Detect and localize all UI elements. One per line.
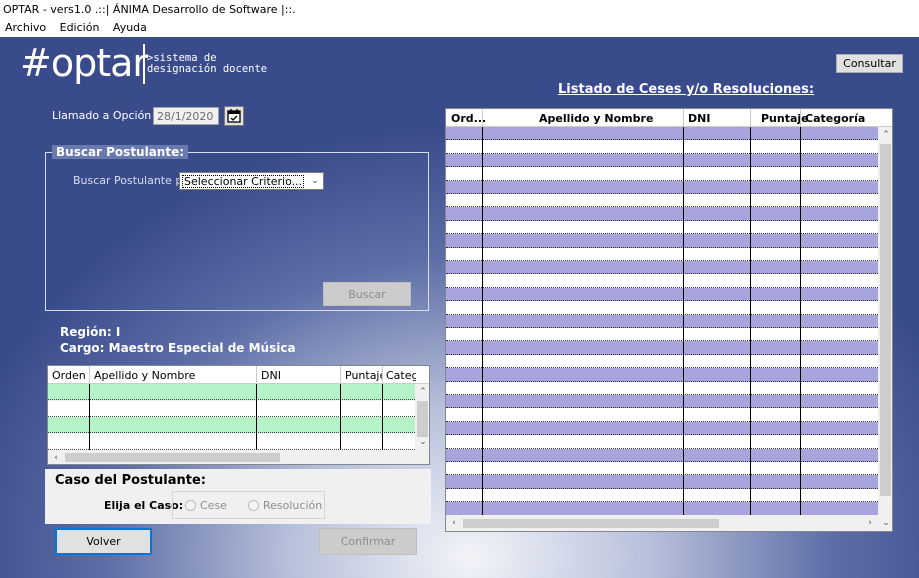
table-row[interactable] — [446, 153, 878, 168]
caso-radio-group: Cese Resolución — [172, 491, 325, 519]
col-ord[interactable]: Ord... — [451, 112, 486, 125]
ceses-grid-header: Ord... Apellido y Nombre DNI Puntaje Cat… — [446, 109, 892, 127]
app-logo-subtitle: >sistema de designación docente — [147, 52, 268, 75]
table-row[interactable] — [446, 475, 878, 489]
ceses-vertical-scrollbar[interactable]: ⌃ — [878, 127, 892, 515]
criterio-select[interactable]: Seleccionar Criterio... ⌄ — [179, 172, 324, 190]
cargo-label: Cargo: Maestro Especial de Música — [60, 341, 296, 355]
vertical-scrollbar[interactable]: ⌃ ⌄ — [415, 384, 429, 450]
calendar-icon — [227, 109, 241, 123]
col-categoria[interactable]: Categoría — [386, 369, 416, 382]
table-row[interactable] — [446, 220, 878, 235]
menu-archivo[interactable]: Archivo — [0, 19, 51, 36]
table-row[interactable] — [446, 287, 878, 302]
table-row[interactable] — [446, 234, 878, 248]
col-dni[interactable]: DNI — [688, 112, 710, 125]
table-row[interactable] — [446, 314, 878, 328]
table-row[interactable] — [446, 328, 878, 342]
col-dni[interactable]: DNI — [261, 369, 341, 382]
horizontal-scrollbar[interactable]: ‹ — [48, 450, 415, 464]
table-row[interactable] — [446, 502, 878, 516]
table-row[interactable] — [446, 462, 878, 476]
listado-title: Listado de Ceses y/o Resoluciones: — [558, 82, 815, 97]
scroll-left-icon[interactable]: ‹ — [48, 450, 64, 464]
col-apellido[interactable]: Apellido y Nombre — [94, 369, 254, 382]
col-puntaje[interactable]: Puntaje — [345, 369, 383, 382]
table-row[interactable] — [446, 448, 878, 462]
grid-header: Orden Apellido y Nombre DNI Puntaje Cate… — [48, 366, 429, 384]
table-row[interactable] — [48, 417, 415, 433]
postulantes-grid[interactable]: Orden Apellido y Nombre DNI Puntaje Cate… — [47, 365, 430, 465]
radio-resolucion[interactable]: Resolución — [248, 499, 322, 512]
col-categoria[interactable]: Categoría — [805, 112, 865, 125]
ceses-grid[interactable]: Ord... Apellido y Nombre DNI Puntaje Cat… — [445, 108, 893, 532]
menu-ayuda[interactable]: Ayuda — [108, 19, 152, 36]
criterio-value: Seleccionar Criterio... — [182, 175, 305, 188]
menu-edicion[interactable]: Edición — [55, 19, 105, 36]
table-row[interactable] — [446, 127, 878, 141]
buscar-button[interactable]: Buscar — [323, 282, 411, 306]
table-row[interactable] — [446, 408, 878, 422]
table-row[interactable] — [48, 400, 415, 417]
consultar-button[interactable]: Consultar — [836, 54, 903, 73]
chevron-down-icon: ⌄ — [311, 176, 319, 186]
radio-cese[interactable]: Cese — [185, 499, 227, 512]
buscar-title: Buscar Postulante: — [52, 145, 189, 159]
table-row[interactable] — [446, 354, 878, 369]
scroll-left-icon[interactable]: ‹ — [446, 515, 462, 531]
table-row[interactable] — [48, 384, 415, 400]
table-row[interactable] — [446, 274, 878, 288]
scroll-up-icon[interactable]: ⌃ — [878, 127, 892, 143]
table-row[interactable] — [446, 421, 878, 436]
scroll-right-icon[interactable]: › — [862, 515, 878, 531]
scroll-down-icon[interactable]: ⌄ — [415, 434, 429, 450]
region-label: Región: I — [60, 325, 121, 339]
scroll-down-icon[interactable]: ⌄ — [878, 515, 892, 531]
col-apellido-nombre[interactable]: Apellido y Nombre — [539, 112, 653, 125]
table-row[interactable] — [446, 395, 878, 409]
table-row[interactable] — [446, 180, 878, 194]
table-row[interactable] — [446, 207, 878, 221]
table-row[interactable] — [446, 381, 878, 395]
volver-button[interactable]: Volver — [55, 528, 152, 555]
menu-bar: Archivo Edición Ayuda — [0, 19, 919, 37]
col-puntaje[interactable]: Puntaje — [761, 112, 809, 125]
logo-divider — [143, 44, 145, 84]
table-row[interactable] — [48, 433, 415, 450]
caso-title: Caso del Postulante: — [55, 473, 206, 488]
confirmar-button[interactable]: Confirmar — [319, 528, 417, 555]
llamado-date-field[interactable]: 28/1/2020 — [153, 107, 219, 125]
col-orden[interactable]: Orden — [52, 369, 90, 382]
caso-panel: Caso del Postulante: Elija el Caso: Cese… — [45, 469, 431, 524]
table-row[interactable] — [446, 194, 878, 208]
table-row[interactable] — [446, 488, 878, 503]
calendar-button[interactable] — [224, 106, 244, 126]
table-row[interactable] — [446, 140, 878, 154]
table-row[interactable] — [446, 301, 878, 315]
table-row[interactable] — [446, 435, 878, 449]
table-row[interactable] — [446, 261, 878, 275]
main-panel: #optar >sistema de designación docente C… — [0, 37, 919, 578]
scroll-up-icon[interactable]: ⌃ — [415, 384, 429, 400]
table-row[interactable] — [446, 368, 878, 382]
table-row[interactable] — [446, 167, 878, 181]
ceses-horizontal-scrollbar[interactable]: ‹ › ⌄ — [446, 515, 892, 531]
table-row[interactable] — [446, 247, 878, 261]
table-row[interactable] — [446, 341, 878, 355]
window-title: OPTAR - vers1.0 .::| ÁNIMA Desarrollo de… — [0, 0, 919, 19]
app-logo: #optar — [20, 41, 148, 85]
